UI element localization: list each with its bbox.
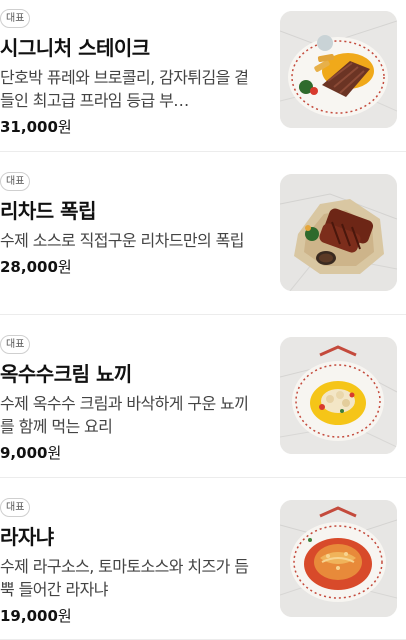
menu-item-price: 28,000원 bbox=[0, 257, 262, 277]
pork-ribs-photo[interactable] bbox=[280, 174, 397, 291]
menu-item[interactable]: 대표 리차드 폭립 수제 소스로 직접구운 리차드만의 폭립 28,000원 bbox=[0, 163, 406, 315]
price-value: 9,000 bbox=[0, 444, 48, 462]
menu-item-text: 대표 시그니처 스테이크 단호박 퓨레와 브로콜리, 감자튀김을 곁들인 최고급… bbox=[0, 6, 262, 137]
menu-item-text: 대표 리차드 폭립 수제 소스로 직접구운 리차드만의 폭립 28,000원 bbox=[0, 169, 262, 277]
signature-badge: 대표 bbox=[0, 498, 31, 517]
menu-list: 대표 시그니처 스테이크 단호박 퓨레와 브로콜리, 감자튀김을 곁들인 최고급… bbox=[0, 0, 406, 640]
menu-item-price: 31,000원 bbox=[0, 117, 262, 137]
lasagna-plate-photo[interactable] bbox=[280, 500, 397, 617]
price-unit: 원 bbox=[47, 444, 62, 462]
menu-item-name: 리차드 폭립 bbox=[0, 199, 96, 223]
menu-item-name: 옥수수크림 뇨끼 bbox=[0, 362, 132, 386]
menu-item-description: 수제 라구소스, 토마토소스와 치즈가 듬뿍 들어간 라자냐 bbox=[0, 557, 249, 599]
menu-item-description: 수제 소스로 직접구운 리차드만의 폭립 bbox=[0, 231, 244, 250]
menu-item-price: 9,000원 bbox=[0, 443, 262, 463]
price-value: 31,000 bbox=[0, 118, 58, 136]
menu-item-name: 시그니처 스테이크 bbox=[0, 36, 150, 60]
price-value: 19,000 bbox=[0, 607, 58, 625]
menu-item-name: 라자냐 bbox=[0, 525, 54, 549]
signature-badge: 대표 bbox=[0, 9, 31, 28]
menu-item[interactable]: 대표 옥수수크림 뇨끼 수제 옥수수 크림과 바삭하게 구운 뇨끼를 함께 먹는… bbox=[0, 326, 406, 478]
price-unit: 원 bbox=[57, 258, 72, 276]
gnocchi-bowl-photo[interactable] bbox=[280, 337, 397, 454]
menu-item-description: 단호박 퓨레와 브로콜리, 감자튀김을 곁들인 최고급 프라임 등급 부… bbox=[0, 68, 249, 110]
price-unit: 원 bbox=[57, 118, 72, 136]
price-unit: 원 bbox=[57, 607, 72, 625]
menu-item[interactable]: 대표 라자냐 수제 라구소스, 토마토소스와 치즈가 듬뿍 들어간 라자냐 19… bbox=[0, 489, 406, 640]
menu-item-text: 대표 라자냐 수제 라구소스, 토마토소스와 치즈가 듬뿍 들어간 라자냐 19… bbox=[0, 495, 262, 626]
menu-item-text: 대표 옥수수크림 뇨끼 수제 옥수수 크림과 바삭하게 구운 뇨끼를 함께 먹는… bbox=[0, 332, 262, 463]
menu-item-price: 19,000원 bbox=[0, 606, 262, 626]
menu-item-description: 수제 옥수수 크림과 바삭하게 구운 뇨끼를 함께 먹는 요리 bbox=[0, 394, 249, 436]
signature-badge: 대표 bbox=[0, 335, 31, 354]
menu-item[interactable]: 대표 시그니처 스테이크 단호박 퓨레와 브로콜리, 감자튀김을 곁들인 최고급… bbox=[0, 0, 406, 152]
signature-badge: 대표 bbox=[0, 172, 31, 191]
steak-plate-photo[interactable] bbox=[280, 11, 397, 128]
price-value: 28,000 bbox=[0, 258, 58, 276]
